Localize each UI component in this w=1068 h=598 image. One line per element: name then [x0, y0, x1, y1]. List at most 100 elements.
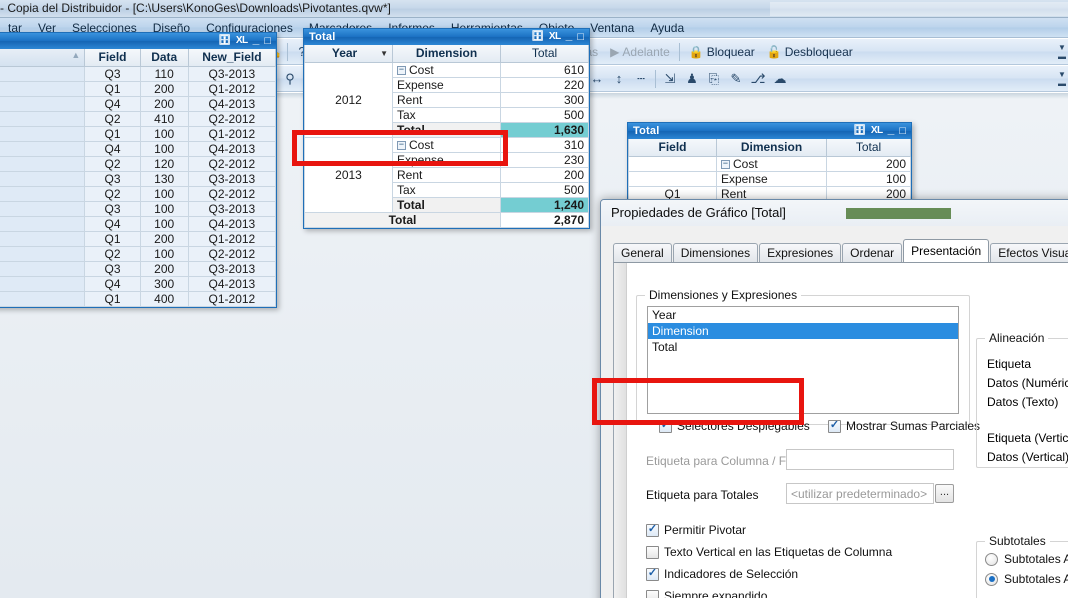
pivot-year-cell[interactable]: 2012 — [304, 61, 393, 138]
publish-icon[interactable]: ☁ — [769, 68, 791, 90]
table-cell[interactable]: Q1-2012 — [187, 80, 277, 97]
dimensions-expressions-listbox[interactable]: Year Dimension Total — [647, 306, 959, 414]
table-cell[interactable] — [0, 80, 86, 97]
permitir-pivotar-checkbox[interactable]: ✓ Permitir Pivotar — [646, 523, 909, 537]
print-object-icon[interactable]: 🗄 — [218, 36, 231, 46]
export-excel-icon[interactable]: XL — [549, 32, 561, 42]
tab-expresiones[interactable]: Expresiones — [759, 243, 842, 262]
table-row[interactable]: Q2 100 Q2-2012 — [0, 185, 277, 202]
mid-pivot-caption[interactable]: Total 🗄 XL _ □ — [304, 29, 589, 45]
pivot-value-cell[interactable]: 200 — [500, 166, 589, 183]
table-cell[interactable]: Q4-2013 — [187, 95, 277, 112]
table-cell[interactable]: 400 — [139, 290, 189, 307]
table-cell[interactable]: 110 — [139, 65, 189, 82]
pivot-value-cell[interactable]: 500 — [500, 181, 589, 198]
table-cell[interactable]: Q1 — [84, 290, 141, 307]
collapse-icon[interactable]: − — [397, 140, 406, 150]
table-cell[interactable]: Q4 — [84, 215, 141, 232]
pivot-row[interactable]: 2013− Cost 310 — [304, 136, 589, 213]
selectores-desplegables-checkbox[interactable]: ✓ Selectores Desplegables — [659, 419, 810, 433]
radio-subtotalesabajo[interactable]: Subtotales Abajo — [985, 572, 1068, 586]
table-cell[interactable]: Q1-2012 — [187, 290, 277, 307]
table-cell[interactable]: 100 — [139, 140, 189, 157]
print-object-icon[interactable]: 🗄 — [853, 126, 866, 136]
toolbar-overflow-button[interactable]: ▼ ▬ — [1056, 41, 1068, 63]
space-evenly-icon[interactable]: ┄ — [630, 68, 652, 90]
table-cell[interactable]: Q3-2013 — [187, 200, 277, 217]
table-cell[interactable]: Q3-2013 — [187, 170, 277, 187]
table-cell[interactable]: Q3-2013 — [187, 260, 277, 277]
table-cell[interactable] — [0, 155, 86, 172]
pivot-dimension-cell[interactable]: − Cost — [392, 61, 501, 78]
menu-item-ayuda[interactable]: Ayuda — [642, 19, 692, 37]
table-cell[interactable]: Q1-2012 — [187, 125, 277, 142]
right-pivot-header-total[interactable]: Total — [826, 139, 911, 157]
forward-button[interactable]: ▶ Adelante — [604, 41, 676, 62]
right-pivot-object[interactable]: Total 🗄 XL _ □ Field Dimension Total − Co… — [627, 122, 912, 203]
left-table-header-Field[interactable]: Field — [84, 49, 141, 67]
table-row[interactable]: Q3 100 Q3-2013 — [0, 200, 277, 217]
tab-efectosvisuales[interactable]: Efectos Visuales — [990, 243, 1068, 262]
table-cell[interactable]: 410 — [139, 110, 189, 127]
table-cell[interactable] — [0, 65, 86, 82]
pivot-dimension-cell[interactable]: Rent — [392, 91, 501, 108]
table-cell[interactable] — [0, 200, 86, 217]
table-cell[interactable]: Q4 — [84, 95, 141, 112]
table-cell[interactable]: Q2 — [84, 185, 141, 202]
menu-item-ventana[interactable]: Ventana — [582, 19, 642, 37]
table-cell[interactable]: 100 — [139, 125, 189, 142]
label-totals-browse-button[interactable]: ... — [935, 484, 954, 503]
table-cell[interactable]: Q2 — [84, 245, 141, 262]
table-cell[interactable]: 100 — [139, 215, 189, 232]
table-cell[interactable]: 200 — [139, 80, 189, 97]
table-cell[interactable] — [0, 110, 86, 127]
same-height-icon[interactable]: ↕ — [608, 68, 630, 90]
tab-dimensiones[interactable]: Dimensiones — [672, 243, 759, 262]
left-table-header-New_Field[interactable]: New_Field — [187, 49, 277, 67]
table-cell[interactable]: Q1-2012 — [187, 230, 277, 247]
user-icon[interactable]: ♟ — [681, 68, 703, 90]
table-cell[interactable] — [0, 95, 86, 112]
maximize-icon[interactable]: □ — [577, 31, 584, 43]
table-cell[interactable]: Q1 — [84, 125, 141, 142]
left-table-header-on[interactable]: on▲ — [0, 49, 86, 67]
copy-sheet-icon[interactable]: ⎘ — [703, 68, 725, 90]
table-cell[interactable] — [0, 275, 86, 292]
lock-button[interactable]: 🔒 Bloquear — [683, 41, 761, 62]
table-cell[interactable]: 200 — [139, 95, 189, 112]
table-cell[interactable]: Q3-2013 — [187, 65, 277, 82]
table-row[interactable]: Q4 100 Q4-2013 — [0, 140, 277, 157]
table-cell[interactable] — [0, 140, 86, 157]
selectores-desplegables-label[interactable]: ✓ Selectores Desplegables — [659, 419, 810, 433]
table-cell[interactable]: Q1 — [84, 230, 141, 247]
tab-ordenar[interactable]: Ordenar — [842, 243, 903, 262]
radio-subtotalesarriba[interactable]: Subtotales Arriba — [985, 552, 1068, 566]
right-pivot-caption[interactable]: Total 🗄 XL _ □ — [628, 123, 911, 139]
pivot-row[interactable]: − Cost 200 — [628, 155, 911, 172]
right-pivot-header-dimension[interactable]: Dimension — [716, 139, 827, 157]
table-cell[interactable]: Q4-2013 — [187, 140, 277, 157]
table-row[interactable]: Q2 100 Q2-2012 — [0, 245, 277, 262]
table-cell[interactable] — [0, 230, 86, 247]
unlock-button[interactable]: 🔓 Desbloquear — [761, 41, 859, 62]
table-cell[interactable]: Q2 — [84, 155, 141, 172]
table-cell[interactable] — [0, 260, 86, 277]
pivot-dimension-cell[interactable]: Expense — [392, 76, 501, 93]
tab-presentacin[interactable]: Presentación — [903, 239, 990, 262]
table-cell[interactable]: Q2-2012 — [187, 245, 277, 262]
left-table-header-Data[interactable]: Data — [139, 49, 189, 67]
table-cell[interactable]: Q2 — [84, 110, 141, 127]
design-toolbar-overflow-button[interactable]: ▼ ▬ — [1056, 68, 1068, 90]
maximize-icon[interactable]: □ — [899, 125, 906, 137]
pivot-dimension-cell[interactable]: Expense — [716, 170, 827, 187]
mid-pivot-header-year[interactable]: Year ▼ — [304, 45, 393, 63]
table-row[interactable]: Q1 200 Q1-2012 — [0, 80, 277, 97]
chevron-down-icon[interactable]: ▼ — [380, 49, 388, 58]
table-row[interactable]: Q3 130 Q3-2013 — [0, 170, 277, 187]
list-item[interactable]: Total — [648, 339, 958, 355]
minimize-icon[interactable]: _ — [253, 33, 260, 45]
pivot-value-cell[interactable]: 220 — [500, 76, 589, 93]
table-cell[interactable]: 100 — [139, 200, 189, 217]
minimize-icon[interactable]: _ — [566, 29, 573, 41]
print-object-icon[interactable]: 🗄 — [531, 32, 544, 42]
